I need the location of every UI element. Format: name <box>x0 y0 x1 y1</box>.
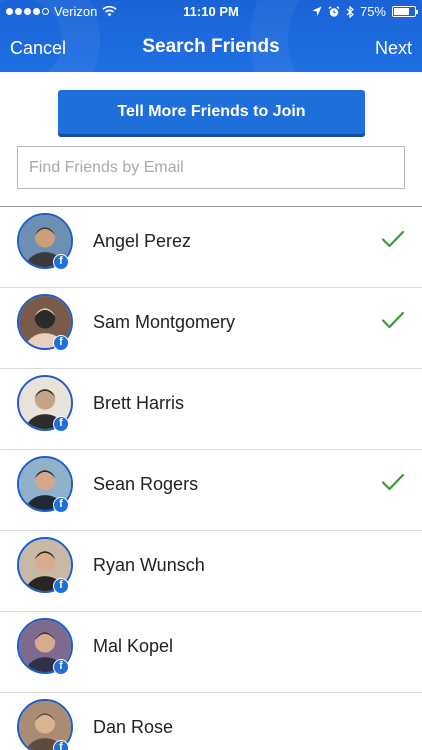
friend-name: Mal Kopel <box>93 636 174 656</box>
tell-more-friends-button[interactable]: Tell More Friends to Join <box>58 90 365 134</box>
navigation-header: Verizon 11:10 PM 75% Cancel Search Frien… <box>0 0 422 72</box>
friend-row[interactable]: f Sam Montgomery <box>0 288 422 369</box>
bluetooth-icon <box>346 5 354 18</box>
facebook-icon: f <box>53 335 69 351</box>
checkmark-icon[interactable] <box>381 472 405 492</box>
friend-row[interactable]: f Brett Harris <box>0 369 422 450</box>
facebook-icon: f <box>53 254 69 270</box>
checkmark-icon[interactable] <box>381 229 405 249</box>
friend-name: Sam Montgomery <box>93 312 236 332</box>
status-bar: Verizon 11:10 PM 75% <box>0 0 422 24</box>
facebook-icon: f <box>53 578 69 594</box>
friend-row[interactable]: f Ryan Wunsch <box>0 531 422 612</box>
battery-percentage: 75% <box>359 4 386 19</box>
page-title: Search Friends <box>142 36 280 57</box>
location-arrow-icon <box>312 6 322 16</box>
friend-row[interactable]: f Angel Perez <box>0 207 422 288</box>
friend-name: Angel Perez <box>93 231 192 251</box>
friend-name: Ryan Wunsch <box>93 555 205 575</box>
next-button[interactable]: Next <box>375 38 412 59</box>
battery-icon <box>392 6 418 17</box>
friend-row[interactable]: f Mal Kopel <box>0 612 422 693</box>
friend-row[interactable]: f Sean Rogers <box>0 450 422 531</box>
alarm-clock-icon <box>328 5 340 17</box>
friend-name: Dan Rose <box>93 717 174 737</box>
friend-list: f Angel Perez f Sam Montgomery f Brett H… <box>0 207 422 750</box>
friend-row[interactable]: f Dan Rose <box>0 693 422 750</box>
facebook-icon: f <box>53 497 69 513</box>
checkmark-icon[interactable] <box>381 310 405 330</box>
friend-name: Brett Harris <box>93 393 185 413</box>
facebook-icon: f <box>53 740 69 750</box>
facebook-icon: f <box>53 416 69 432</box>
friend-name: Sean Rogers <box>93 474 199 494</box>
find-friends-email-input[interactable] <box>17 146 405 189</box>
facebook-icon: f <box>53 659 69 675</box>
